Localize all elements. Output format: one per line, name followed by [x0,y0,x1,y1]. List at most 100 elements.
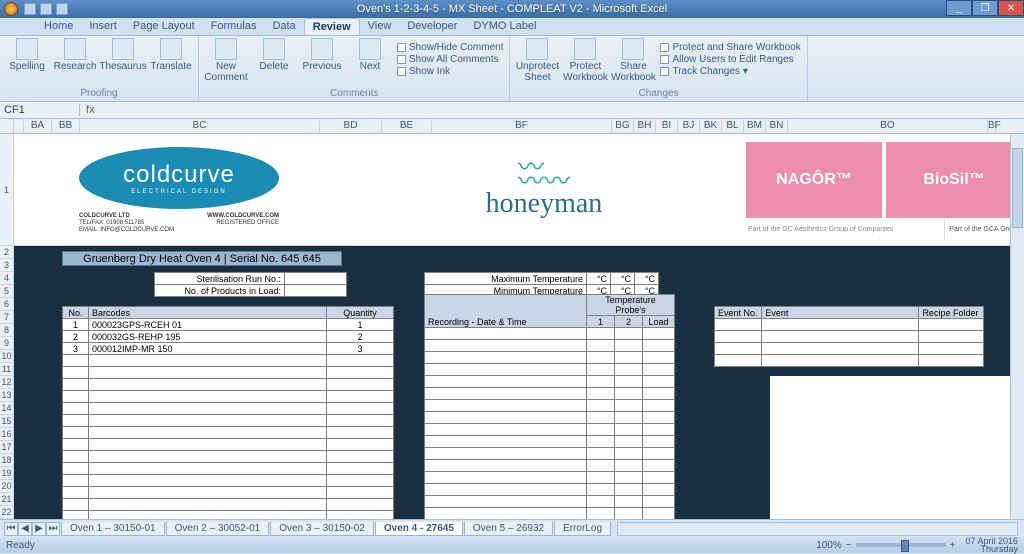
zoom-in-icon[interactable]: + [950,540,956,551]
prev-comment-button[interactable]: Previous [301,38,343,83]
row-header[interactable]: 21 [0,493,14,506]
vertical-scrollbar[interactable] [1010,134,1024,519]
unprotect-sheet-button[interactable]: Unprotect Sheet [516,38,558,83]
horizontal-scrollbar[interactable] [617,522,1018,536]
table-row[interactable] [425,448,675,460]
column-header[interactable]: BH [634,119,656,133]
row-header[interactable]: 13 [0,389,14,402]
maximize-button[interactable]: ❐ [972,0,998,16]
table-row[interactable] [63,367,394,379]
sterilisation-value[interactable] [285,273,347,285]
zoom-out-icon[interactable]: − [846,540,852,551]
table-row[interactable] [63,487,394,499]
track-changes-option[interactable]: Track Changes ▾ [660,66,800,77]
row-header[interactable]: 19 [0,467,14,480]
table-row[interactable] [63,391,394,403]
column-header[interactable]: BF [988,119,996,133]
close-button[interactable]: ✕ [998,0,1024,16]
protect-workbook-button[interactable]: Protect Workbook [564,38,606,83]
tab-home[interactable]: Home [36,18,81,35]
tab-dymo[interactable]: DYMO Label [465,18,544,35]
sheet-tab[interactable]: Oven 2 – 30052-01 [166,522,270,536]
sheet-tab[interactable]: Oven 4 - 27645 [375,522,463,536]
next-comment-button[interactable]: Next [349,38,391,83]
table-row[interactable] [63,355,394,367]
row-header[interactable]: 9 [0,337,14,350]
table-row[interactable] [425,388,675,400]
table-row[interactable] [425,436,675,448]
row-header[interactable]: 14 [0,402,14,415]
table-row[interactable] [425,412,675,424]
column-header[interactable]: BK [700,119,722,133]
thesaurus-button[interactable]: Thesaurus [102,38,144,72]
fx-icon[interactable]: fx [80,104,101,116]
row-header[interactable]: 1 [0,134,14,246]
protect-share-option[interactable]: Protect and Share Workbook [660,42,800,53]
table-row[interactable] [63,379,394,391]
new-comment-button[interactable]: New Comment [205,38,247,83]
row-header[interactable]: 8 [0,324,14,337]
showink-option[interactable]: Show Ink [397,66,503,77]
column-header[interactable]: BL [722,119,744,133]
delete-comment-button[interactable]: Delete [253,38,295,83]
scrollbar-thumb[interactable] [1012,148,1023,228]
row-header[interactable]: 6 [0,298,14,311]
row-header[interactable]: 3 [0,259,14,272]
row-header[interactable]: 11 [0,363,14,376]
tab-view[interactable]: View [360,18,400,35]
row-header[interactable]: 18 [0,454,14,467]
tab-insert[interactable]: Insert [81,18,125,35]
tab-first-icon[interactable]: ⏮ [4,522,18,536]
table-row[interactable] [425,352,675,364]
table-row[interactable] [63,451,394,463]
research-button[interactable]: Research [54,38,96,72]
tab-data[interactable]: Data [264,18,303,35]
column-header[interactable]: BE [382,119,432,133]
table-row[interactable] [425,508,675,520]
sheet-tab[interactable]: Oven 1 – 30150-01 [61,522,165,536]
tab-formulas[interactable]: Formulas [203,18,265,35]
table-row[interactable] [63,427,394,439]
table-row[interactable] [425,364,675,376]
table-row[interactable] [425,496,675,508]
tab-last-icon[interactable]: ⏭ [46,522,60,536]
tab-developer[interactable]: Developer [399,18,465,35]
row-header[interactable]: 2 [0,246,14,259]
table-row[interactable] [63,475,394,487]
table-row[interactable]: 1000023GPS-RCEH 011 [63,319,394,331]
table-row[interactable]: 2000032GS-REHP 1952 [63,331,394,343]
column-header[interactable]: BJ [678,119,700,133]
row-header[interactable]: 22 [0,506,14,519]
translate-button[interactable]: Translate [150,38,192,72]
minimize-button[interactable]: _ [946,0,972,16]
table-row[interactable] [63,463,394,475]
products-value[interactable] [285,285,347,297]
tab-page-layout[interactable]: Page Layout [125,18,203,35]
table-row[interactable] [425,472,675,484]
column-header[interactable]: BG [612,119,634,133]
zoom-slider[interactable] [856,543,946,547]
column-header[interactable]: BM [744,119,766,133]
column-header[interactable] [14,119,24,133]
tab-review[interactable]: Review [304,18,360,35]
row-header[interactable]: 7 [0,311,14,324]
row-header[interactable]: 16 [0,428,14,441]
column-header[interactable]: BI [656,119,678,133]
name-box[interactable]: CF1 [0,104,80,116]
table-row[interactable] [425,376,675,388]
zoom-control[interactable]: 100% − + [816,540,955,551]
table-row[interactable] [425,328,675,340]
tab-next-icon[interactable]: ▶ [32,522,46,536]
table-row[interactable] [63,439,394,451]
sheet-content[interactable]: coldcurve ELECTRICAL DESIGN COLDCURVE LT… [14,134,1024,534]
spelling-button[interactable]: Spelling [6,38,48,72]
column-header[interactable]: BN [766,119,788,133]
showall-comments-option[interactable]: Show All Comments [397,54,503,65]
table-row[interactable] [63,415,394,427]
sheet-tab[interactable]: ErrorLog [554,522,611,536]
table-row[interactable] [425,400,675,412]
column-header[interactable]: BC [80,119,320,133]
column-header[interactable]: BO [788,119,988,133]
table-row[interactable] [425,460,675,472]
table-row[interactable]: 3000012IMP-MR 1503 [63,343,394,355]
